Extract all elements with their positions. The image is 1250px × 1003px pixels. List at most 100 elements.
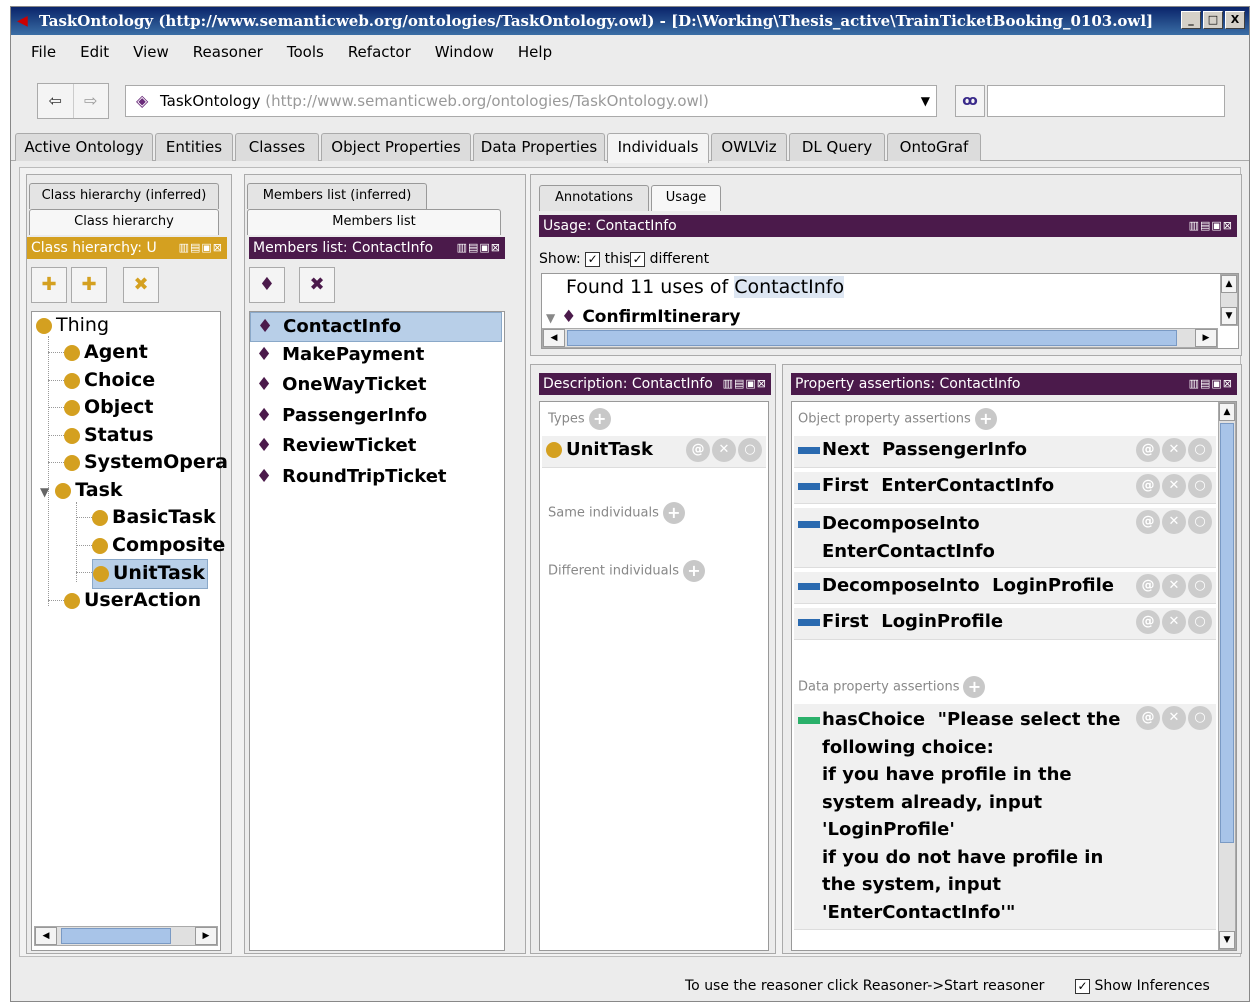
list-item-onewayticket[interactable]: ♦ OneWayTicket xyxy=(256,374,426,395)
list-item-makepayment[interactable]: ♦ MakePayment xyxy=(256,344,424,365)
menu-reasoner[interactable]: Reasoner xyxy=(181,39,275,65)
annotate-icon[interactable]: @ xyxy=(1136,510,1160,534)
view-controls-icon[interactable]: ▥▤▣⊠ xyxy=(178,237,223,259)
menu-edit[interactable]: Edit xyxy=(68,39,121,65)
tab-entities[interactable]: Entities xyxy=(155,133,233,161)
menu-tools[interactable]: Tools xyxy=(275,39,336,65)
tree-node-choice[interactable]: Choice xyxy=(64,367,155,395)
arrow-right-icon[interactable]: ⇨ xyxy=(72,84,109,118)
explain-icon[interactable]: ○ xyxy=(1188,438,1212,462)
show-inferences-checkbox[interactable]: ✓ xyxy=(1075,978,1090,994)
add-individual-icon[interactable]: ♦ xyxy=(249,267,285,303)
add-sibling-class-icon[interactable]: ✚ xyxy=(71,267,107,303)
tree-node-object[interactable]: Object xyxy=(64,394,154,422)
tab-annotations[interactable]: Annotations xyxy=(539,185,649,211)
add-same-individual-icon[interactable]: + xyxy=(662,502,685,524)
different-checkbox[interactable]: ✓ xyxy=(630,251,646,267)
remove-icon[interactable]: ✕ xyxy=(1162,510,1186,534)
object-assertion-row[interactable]: DecomposeInto LoginProfile @ ✕ ○ xyxy=(794,572,1216,604)
tab-object-properties[interactable]: Object Properties xyxy=(321,133,471,161)
delete-individual-icon[interactable]: ✖ xyxy=(299,267,335,303)
delete-class-icon[interactable]: ✖ xyxy=(123,267,159,303)
remove-icon[interactable]: ✕ xyxy=(1162,706,1186,730)
annotate-icon[interactable]: @ xyxy=(1136,474,1160,498)
menu-file[interactable]: File xyxy=(19,39,68,65)
search-input[interactable] xyxy=(987,85,1225,117)
scroll-up-icon[interactable]: ▲ xyxy=(1221,275,1237,293)
usage-item-confirmitinerary[interactable]: ▼ ♦ ConfirmItinerary xyxy=(546,304,741,328)
scroll-up-icon[interactable]: ▲ xyxy=(1219,403,1235,421)
data-assertion-row[interactable]: hasChoice "Please select the following c… xyxy=(794,704,1216,930)
list-item-contactinfo[interactable]: ♦ ContactInfo xyxy=(250,312,502,342)
view-controls-icon[interactable]: ▥▤▣⊠ xyxy=(722,373,767,395)
explain-icon[interactable]: ○ xyxy=(1188,510,1212,534)
add-type-icon[interactable]: + xyxy=(588,408,611,430)
explain-icon[interactable]: ○ xyxy=(1188,474,1212,498)
tree-node-composite[interactable]: Composite xyxy=(92,532,225,560)
explain-icon[interactable]: ○ xyxy=(1188,574,1212,598)
scroll-thumb[interactable] xyxy=(61,928,171,944)
usage-vscrollbar[interactable]: ▲ ▼ xyxy=(1220,274,1238,326)
tree-node-basictask[interactable]: BasicTask xyxy=(92,504,216,532)
tab-class-hierarchy-inferred[interactable]: Class hierarchy (inferred) xyxy=(29,183,219,209)
scroll-down-icon[interactable]: ▼ xyxy=(1221,307,1237,325)
remove-icon[interactable]: ✕ xyxy=(712,438,736,462)
tab-classes[interactable]: Classes xyxy=(235,133,319,161)
tab-class-hierarchy[interactable]: Class hierarchy xyxy=(29,209,219,235)
object-assertion-row[interactable]: DecomposeInto EnterContactInfo @ ✕ ○ xyxy=(794,508,1216,568)
menu-view[interactable]: View xyxy=(121,39,181,65)
explain-icon[interactable]: ○ xyxy=(1188,610,1212,634)
maximize-button[interactable]: □ xyxy=(1203,11,1223,29)
view-controls-icon[interactable]: ▥▤▣⊠ xyxy=(1188,373,1233,395)
usage-hscrollbar[interactable]: ◀ ▶ xyxy=(542,328,1218,348)
add-data-property-icon[interactable]: + xyxy=(963,676,986,698)
tab-usage[interactable]: Usage xyxy=(651,185,721,211)
scroll-right-icon[interactable]: ▶ xyxy=(195,927,217,945)
tree-node-agent[interactable]: Agent xyxy=(64,339,148,367)
explain-icon[interactable]: ○ xyxy=(738,438,762,462)
scroll-thumb[interactable] xyxy=(1220,423,1234,843)
scroll-left-icon[interactable]: ◀ xyxy=(35,927,57,945)
scroll-down-icon[interactable]: ▼ xyxy=(1219,931,1235,949)
menu-refactor[interactable]: Refactor xyxy=(336,39,423,65)
scroll-left-icon[interactable]: ◀ xyxy=(543,329,565,347)
list-item-roundtripticket[interactable]: ♦ RoundTripTicket xyxy=(256,466,447,487)
tab-dl-query[interactable]: DL Query xyxy=(789,133,885,161)
tab-owlviz[interactable]: OWLViz xyxy=(711,133,787,161)
menu-help[interactable]: Help xyxy=(506,39,564,65)
list-item-reviewticket[interactable]: ♦ ReviewTicket xyxy=(256,435,416,456)
tab-data-properties[interactable]: Data Properties xyxy=(473,133,605,161)
close-button[interactable]: X xyxy=(1225,11,1245,29)
type-row-unittask[interactable]: UnitTask @ ✕ ○ xyxy=(542,436,766,468)
annotate-icon[interactable]: @ xyxy=(1136,574,1160,598)
tab-ontograf[interactable]: OntoGraf xyxy=(887,133,981,161)
arrow-left-icon[interactable]: ⇦ xyxy=(38,84,73,118)
tab-individuals[interactable]: Individuals xyxy=(607,133,709,163)
class-tree-hscrollbar[interactable]: ◀ ▶ xyxy=(34,926,218,946)
annotate-icon[interactable]: @ xyxy=(1136,706,1160,730)
object-assertion-row[interactable]: First LoginProfile @ ✕ ○ xyxy=(794,608,1216,640)
remove-icon[interactable]: ✕ xyxy=(1162,574,1186,598)
this-checkbox[interactable]: ✓ xyxy=(585,251,601,267)
binoculars-icon[interactable]: ꝏ xyxy=(955,85,985,117)
object-assertion-row[interactable]: First EnterContactInfo @ ✕ ○ xyxy=(794,472,1216,504)
tree-node-systemopera[interactable]: SystemOpera xyxy=(64,449,228,477)
tab-members-list[interactable]: Members list xyxy=(247,209,501,235)
tab-members-list-inferred[interactable]: Members list (inferred) xyxy=(247,183,427,209)
scroll-right-icon[interactable]: ▶ xyxy=(1195,329,1217,347)
chevron-down-icon[interactable]: ▼ xyxy=(921,86,930,116)
remove-icon[interactable]: ✕ xyxy=(1162,474,1186,498)
menu-window[interactable]: Window xyxy=(423,39,506,65)
remove-icon[interactable]: ✕ xyxy=(1162,438,1186,462)
tree-node-task[interactable]: ▼ Task xyxy=(40,477,123,507)
tree-node-unittask[interactable]: UnitTask xyxy=(92,559,208,589)
annotate-icon[interactable]: @ xyxy=(1136,610,1160,634)
tree-node-useraction[interactable]: UserAction xyxy=(64,587,201,615)
expand-arrow-icon[interactable]: ▼ xyxy=(546,311,555,325)
list-item-passengerinfo[interactable]: ♦ PassengerInfo xyxy=(256,405,427,426)
add-subclass-icon[interactable]: ✚ xyxy=(31,267,67,303)
add-object-property-icon[interactable]: + xyxy=(974,408,997,430)
ontology-selector[interactable]: ◈ TaskOntology (http://www.semanticweb.o… xyxy=(125,85,937,117)
minimize-button[interactable]: _ xyxy=(1181,11,1201,29)
remove-icon[interactable]: ✕ xyxy=(1162,610,1186,634)
